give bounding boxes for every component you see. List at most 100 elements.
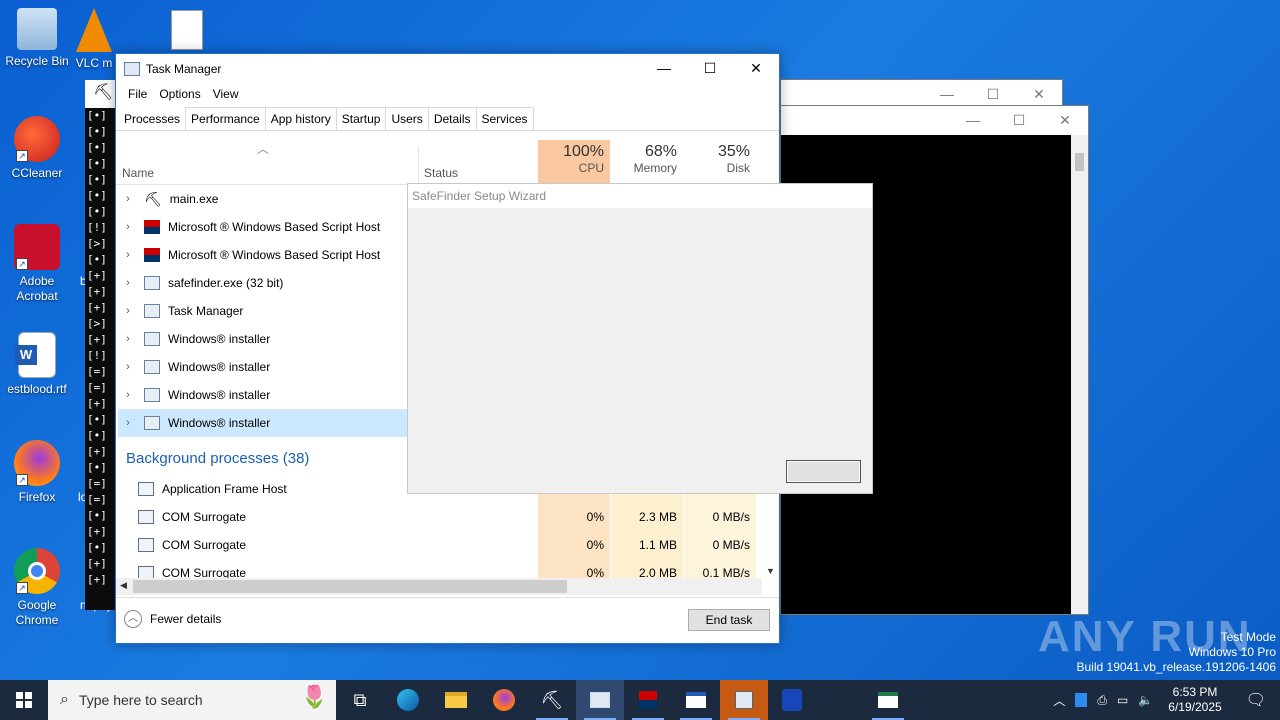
window-title: Task Manager <box>146 61 222 76</box>
notification-app-icon[interactable] <box>1075 693 1088 707</box>
expand-chevron-icon[interactable]: › <box>118 333 138 345</box>
tab-details[interactable]: Details <box>427 107 477 130</box>
expand-chevron-icon[interactable]: › <box>118 389 138 401</box>
process-row[interactable]: › ⛏ main.exe <box>118 185 408 213</box>
tab-performance[interactable]: Performance <box>185 107 266 130</box>
process-row[interactable]: › safefinder.exe (32 bit) <box>118 269 408 297</box>
scrollbar[interactable] <box>1071 135 1088 614</box>
horizontal-scrollbar[interactable]: ◀ <box>116 578 762 595</box>
process-row[interactable]: › Microsoft ® Windows Based Script Host <box>118 241 408 269</box>
expand-chevron-icon[interactable]: › <box>118 249 138 261</box>
fewer-details-button[interactable]: ︿ Fewer details <box>124 610 221 628</box>
menu-view[interactable]: View <box>207 87 245 101</box>
maximize-icon[interactable]: ☐ <box>970 80 1016 108</box>
process-row[interactable]: › Windows® installer <box>118 381 408 409</box>
process-row[interactable]: › Microsoft ® Windows Based Script Host <box>118 213 408 241</box>
console-line: [•] <box>87 413 107 426</box>
close-icon[interactable]: ✕ <box>1016 80 1062 108</box>
maximize-icon[interactable]: ☐ <box>996 106 1042 134</box>
end-task-button[interactable]: End task <box>688 609 770 631</box>
pickaxe-icon: ⛏ <box>144 190 162 207</box>
scrollbar-thumb[interactable] <box>133 580 567 593</box>
tab-users[interactable]: Users <box>385 107 429 130</box>
scroll-down-icon[interactable]: ▼ <box>766 566 775 576</box>
tab-processes[interactable]: Processes <box>118 107 187 130</box>
network-icon[interactable]: ▭ <box>1112 693 1133 707</box>
desktop-icon-adobe-acrobat[interactable]: ↗ Adobe Acrobat <box>0 224 74 304</box>
menu-file[interactable]: File <box>122 87 153 101</box>
setup-wizard-window[interactable]: SafeFinder Setup Wizard <box>407 183 873 494</box>
console-line: [+] <box>87 525 107 538</box>
minimize-icon[interactable]: — <box>924 80 970 108</box>
process-row[interactable]: › Windows® installer <box>118 409 408 437</box>
column-memory[interactable]: 68% Memory <box>611 140 683 184</box>
app-window-icon[interactable] <box>864 680 912 720</box>
disk-cell: 0 MB/s <box>712 510 750 524</box>
minimize-icon[interactable]: — <box>950 106 996 134</box>
wizard-button[interactable] <box>786 460 861 483</box>
script-host-icon <box>144 220 160 234</box>
script-host-icon <box>144 248 160 262</box>
search-box[interactable]: ⌕ Type here to search 🌷 <box>48 680 336 720</box>
shortcut-arrow-icon: ↗ <box>16 258 28 270</box>
search-placeholder: Type here to search <box>78 692 203 708</box>
script-host-icon[interactable] <box>624 680 672 720</box>
desktop-icon-estblood[interactable]: W estblood.rtf <box>0 332 74 397</box>
volume-icon[interactable]: 🔈 <box>1133 693 1158 707</box>
expand-chevron-icon[interactable]: › <box>118 417 138 429</box>
close-icon[interactable]: ✕ <box>1042 106 1088 134</box>
start-button[interactable] <box>0 680 48 720</box>
scroll-left-icon[interactable]: ◀ <box>120 580 127 591</box>
tab-services[interactable]: Services <box>475 107 534 130</box>
desktop-icon-vlc[interactable]: VLC m <box>74 8 114 71</box>
console-line: [•] <box>87 253 107 266</box>
minimize-icon[interactable]: — <box>641 54 687 82</box>
process-row[interactable]: › Windows® installer <box>118 353 408 381</box>
file-explorer-icon[interactable] <box>432 680 480 720</box>
maximize-icon[interactable]: ☐ <box>687 54 733 82</box>
desktop-icon-ccleaner[interactable]: ↗ CCleaner <box>0 116 74 181</box>
tab-app-history[interactable]: App history <box>264 107 337 130</box>
task-manager-icon[interactable] <box>576 680 624 720</box>
edge-icon[interactable] <box>384 680 432 720</box>
tab-startup[interactable]: Startup <box>335 107 387 130</box>
expand-chevron-icon[interactable]: › <box>118 221 138 233</box>
desktop-icon-google-chrome[interactable]: ↗ Google Chrome <box>0 548 74 628</box>
desktop-icon-recycle-bin[interactable]: Recycle Bin <box>0 8 74 69</box>
clock[interactable]: 6:53 PM 6/19/2025 <box>1158 685 1231 715</box>
expand-chevron-icon[interactable]: › <box>118 277 138 289</box>
scrollbar-thumb[interactable] <box>1075 153 1084 171</box>
menu-options[interactable]: Options <box>153 87 206 101</box>
titlebar[interactable]: Task Manager — ☐ ✕ <box>116 54 779 83</box>
task-view-icon[interactable]: ⧉ <box>336 680 384 720</box>
firefox-icon[interactable] <box>480 680 528 720</box>
background-process-row[interactable]: COM Surrogate <box>138 503 418 531</box>
expand-chevron-icon[interactable]: › <box>118 305 138 317</box>
notification-icon[interactable]: 🗨 <box>1232 690 1280 710</box>
column-name[interactable]: Name <box>122 140 154 184</box>
process-row[interactable]: › Windows® installer <box>118 325 408 353</box>
recycle-bin-icon <box>17 8 57 50</box>
printer-icon[interactable]: ⎙ <box>1092 693 1112 708</box>
background-process-row[interactable]: COM Surrogate <box>138 531 418 559</box>
desktop-icon-firefox[interactable]: ↗ Firefox <box>0 440 74 505</box>
expand-chevron-icon[interactable]: › <box>118 193 138 205</box>
expand-chevron-icon[interactable]: › <box>118 361 138 373</box>
background-process-row[interactable]: COM Surrogate <box>138 559 418 578</box>
file-icon[interactable] <box>171 10 203 50</box>
vlc-cone-icon <box>76 8 112 52</box>
console-titlebar[interactable]: ⛏ <box>85 80 117 108</box>
column-cpu[interactable]: 100% CPU <box>538 140 610 184</box>
desktop-icon-label: Recycle Bin <box>5 54 69 68</box>
pickaxe-icon[interactable]: ⛏ <box>528 680 576 720</box>
windows-logo-icon <box>16 692 32 708</box>
column-disk[interactable]: 35% Disk <box>684 140 756 184</box>
keepass-icon[interactable] <box>768 680 816 720</box>
close-icon[interactable]: ✕ <box>733 54 779 82</box>
console-window[interactable]: ⛏ [•] [•] [•] [•] [•] [•] [•] [!] [>] [•] [+] [+] [+… <box>85 80 117 610</box>
app-window-icon[interactable] <box>672 680 720 720</box>
process-row[interactable]: › Task Manager <box>118 297 408 325</box>
chevron-up-icon[interactable]: ︿ <box>1048 692 1070 709</box>
column-status[interactable]: Status <box>424 140 458 184</box>
installer-icon[interactable] <box>720 680 768 720</box>
